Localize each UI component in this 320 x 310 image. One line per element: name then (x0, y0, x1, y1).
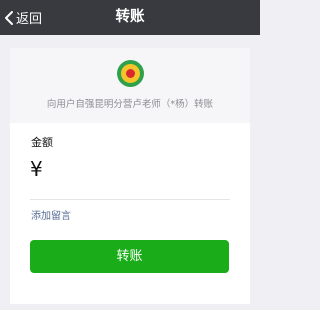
add-note-link[interactable]: 添加留言 (31, 207, 71, 222)
back-button[interactable]: 返回 (4, 0, 42, 35)
chevron-left-icon (4, 10, 14, 26)
currency-symbol: ¥ (30, 157, 43, 181)
amount-label: 金额 (31, 136, 53, 149)
nav-bar: 返回 转账 (0, 0, 260, 35)
transfer-card: 向用户自强昆明分营卢老师（*杨）转账 金额 ¥ 添加留言 转账 (10, 48, 250, 304)
amount-input[interactable]: ¥ (30, 154, 230, 184)
organization-logo (121, 64, 140, 83)
payee-description: 向用户自强昆明分营卢老师（*杨）转账 (46, 99, 214, 110)
back-label: 返回 (16, 12, 43, 27)
transfer-button[interactable]: 转账 (30, 240, 229, 273)
divider (30, 199, 230, 200)
payee-avatar (117, 60, 144, 87)
payee-section: 向用户自强昆明分营卢老师（*杨）转账 (10, 48, 250, 123)
